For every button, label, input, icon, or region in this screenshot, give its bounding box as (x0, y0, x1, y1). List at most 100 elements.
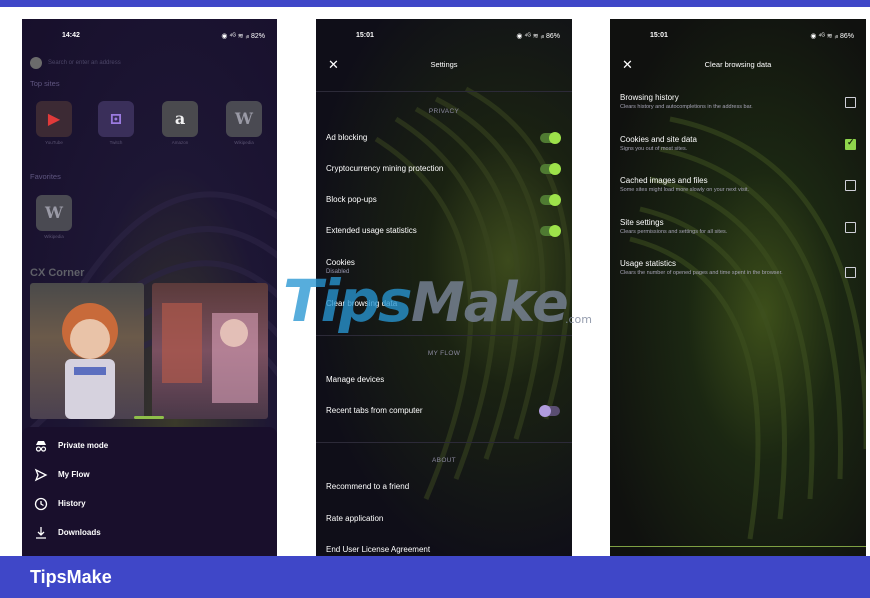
status-bar: 15:01 ◉ ⁴ᴳ ≋ ᵢₗₗ 86% (316, 32, 572, 44)
status-icons: ◉ ⁴ᴳ ≋ ᵢₗₗ 86% (810, 33, 854, 40)
history-icon (34, 497, 48, 511)
setting-rate-app[interactable]: Rate application (326, 514, 562, 534)
top-site-wikipedia[interactable]: W (226, 101, 262, 137)
private-mode-icon (35, 441, 47, 452)
drawer-handle[interactable] (134, 416, 164, 419)
setting-label: Cryptocurrency mining protection (326, 164, 444, 173)
top-site-caption: YouTube (45, 140, 63, 145)
page-title: Clear browsing data (704, 60, 772, 69)
amazon-icon: a (174, 109, 186, 128)
flow-icon (34, 468, 48, 482)
brand-label: TipsMake (30, 567, 112, 587)
setting-label: Ad blocking (326, 133, 368, 142)
cached-images-checkbox[interactable] (845, 180, 856, 191)
address-placeholder: Search or enter an address (48, 60, 121, 66)
setting-label: Extended usage statistics (326, 226, 417, 235)
clear-option-cached-images[interactable]: Cached images and files Some sites might… (620, 176, 856, 194)
bottom-accent-line (610, 546, 866, 547)
status-bar: 15:01 ◉ ⁴ᴳ ≋ ᵢₗₗ 86% (610, 32, 866, 44)
favorites-label: Favorites (30, 172, 61, 181)
top-sites-label: Top sites (30, 79, 60, 88)
clear-option-usage-statistics[interactable]: Usage statistics Clears the number of op… (620, 259, 856, 277)
page-title: Settings (430, 60, 458, 69)
option-description: Clears the number of opened pages and ti… (620, 270, 783, 276)
setting-label: Recommend to a friend (326, 482, 410, 491)
cx-corner-card[interactable] (30, 283, 144, 419)
section-header-about: ABOUT (432, 457, 456, 464)
option-description: Signs you out of most sites. (620, 146, 688, 152)
ad-blocking-toggle[interactable] (540, 132, 561, 144)
divider (316, 442, 572, 443)
favorite-wikipedia[interactable]: W (36, 195, 72, 231)
favorite-caption: Wikipedia (44, 234, 64, 239)
status-time: 15:01 (356, 32, 374, 39)
tipsmake-watermark: Tips Make .com (283, 267, 603, 337)
menu-item-label: Private mode (58, 441, 109, 450)
twitch-icon: ⊡ (109, 109, 123, 128)
status-icons: ◉ ⁴ᴳ ≋ ᵢₗₗ 82% (221, 33, 265, 40)
site-settings-checkbox[interactable] (845, 222, 856, 233)
setting-crypto-mining[interactable]: Cryptocurrency mining protection (326, 163, 562, 184)
menu-item-history[interactable]: History (22, 497, 277, 519)
clear-option-cookies[interactable]: Cookies and site data Signs you out of m… (620, 135, 856, 153)
menu-item-label: Downloads (58, 528, 101, 537)
top-site-youtube[interactable]: ▶ (36, 101, 72, 137)
browser-logo-icon (30, 57, 42, 69)
setting-label: Block pop-ups (326, 195, 377, 204)
setting-label: End User License Agreement (326, 545, 431, 554)
bottom-band: TipsMake (0, 556, 870, 598)
clear-data-app-bar: ✕ Clear browsing data (610, 57, 866, 77)
option-label: Cached images and files (620, 176, 708, 185)
watermark-com: .com (565, 313, 592, 326)
block-popups-toggle[interactable] (540, 194, 561, 206)
setting-extended-stats[interactable]: Extended usage statistics (326, 225, 562, 246)
youtube-icon: ▶ (47, 109, 61, 128)
status-time: 14:42 (62, 32, 80, 39)
setting-recent-tabs[interactable]: Recent tabs from computer (326, 405, 562, 426)
top-band (0, 0, 870, 7)
setting-manage-devices[interactable]: Manage devices (326, 375, 562, 395)
clear-option-site-settings[interactable]: Site settings Clears permissions and set… (620, 218, 856, 236)
extended-stats-toggle[interactable] (540, 225, 561, 237)
top-site-caption: Amazon (171, 140, 189, 145)
menu-item-private-mode[interactable]: Private mode (22, 439, 277, 461)
status-time: 15:01 (650, 32, 668, 39)
bottom-menu-drawer: Private mode My Flow History Downloads (22, 416, 277, 556)
divider (316, 91, 572, 92)
option-label: Usage statistics (620, 259, 677, 268)
status-bar: 14:42 ◉ ⁴ᴳ ≋ ᵢₗₗ 82% (22, 32, 277, 44)
phone-home-screen: 14:42 ◉ ⁴ᴳ ≋ ᵢₗₗ 82% Search or enter an … (22, 19, 277, 556)
option-label: Cookies and site data (620, 135, 697, 144)
wikipedia-icon: W (235, 109, 253, 128)
option-label: Site settings (620, 218, 664, 227)
setting-ad-blocking[interactable]: Ad blocking (326, 132, 562, 153)
top-site-caption: Wikipedia (234, 140, 254, 145)
anime-thumbnail (62, 303, 118, 419)
cookies-checkbox[interactable]: ✓ (845, 137, 856, 150)
menu-item-downloads[interactable]: Downloads (22, 526, 277, 548)
setting-block-popups[interactable]: Block pop-ups (326, 194, 562, 215)
clear-option-browsing-history[interactable]: Browsing history Clears history and auto… (620, 93, 856, 111)
address-bar[interactable]: Search or enter an address (28, 57, 268, 71)
top-site-twitch[interactable]: ⊡ (98, 101, 134, 137)
cx-corner-card[interactable] (152, 283, 268, 419)
crypto-mining-toggle[interactable] (540, 163, 561, 175)
phone-clear-data-screen: 15:01 ◉ ⁴ᴳ ≋ ᵢₗₗ 86% ✕ Clear browsing da… (610, 19, 866, 556)
browsing-history-checkbox[interactable] (845, 97, 856, 108)
option-description: Clears permissions and settings for all … (620, 229, 728, 235)
anime-thumbnail (162, 303, 258, 403)
setting-eula[interactable]: End User License Agreement (326, 545, 562, 556)
setting-recommend[interactable]: Recommend to a friend (326, 482, 562, 502)
menu-item-my-flow[interactable]: My Flow (22, 468, 277, 490)
top-site-amazon[interactable]: a (162, 101, 198, 137)
menu-item-label: History (58, 499, 86, 508)
option-label: Browsing history (620, 93, 679, 102)
setting-label: Rate application (326, 514, 384, 523)
watermark-make: Make (411, 271, 569, 334)
settings-app-bar: ✕ Settings (316, 57, 572, 77)
setting-label: Recent tabs from computer (326, 406, 423, 415)
watermark-tips: Tips (283, 267, 412, 335)
usage-statistics-checkbox[interactable] (845, 267, 856, 278)
option-description: Some sites might load more slowly on you… (620, 187, 749, 193)
recent-tabs-toggle[interactable] (539, 405, 560, 417)
